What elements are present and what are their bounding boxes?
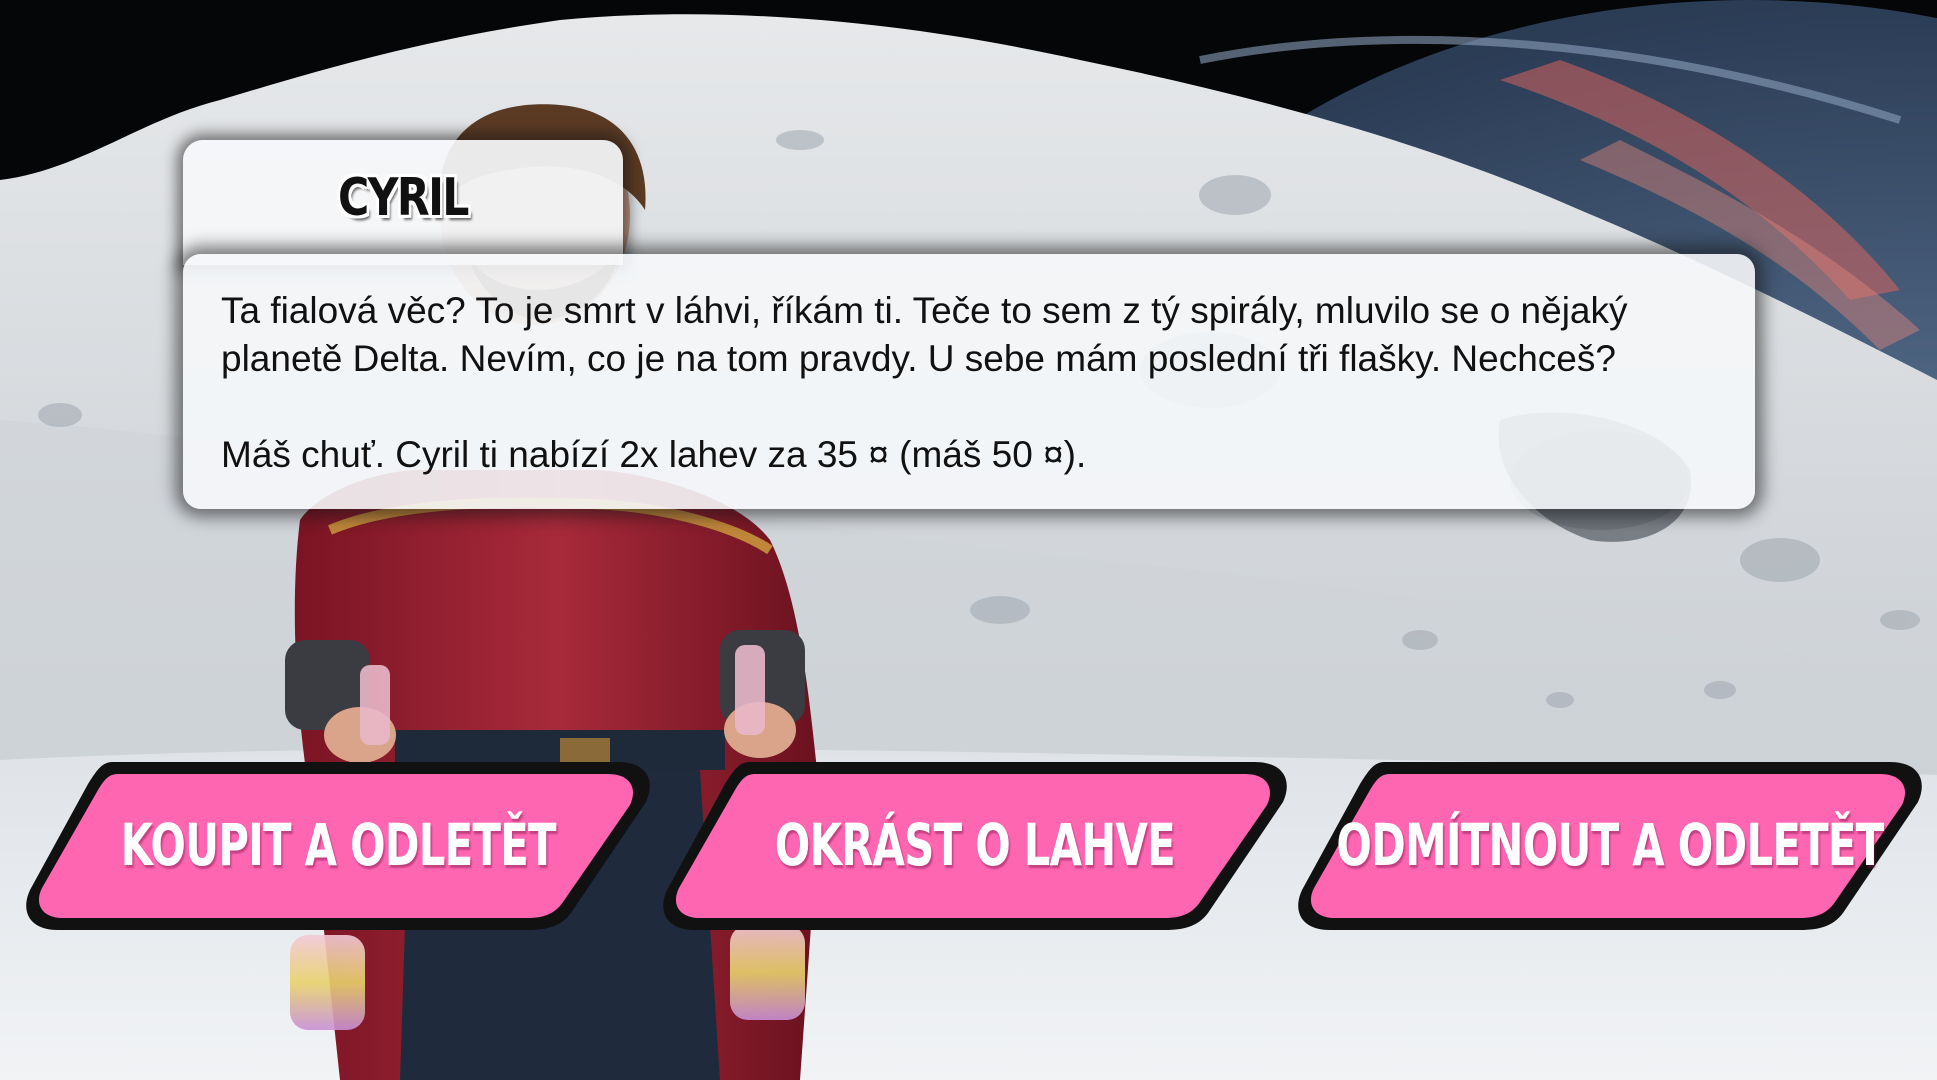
choice-refuse-and-leave-button[interactable]: ODMÍTNOUT A ODLETĚT: [1290, 750, 1930, 940]
speaker-name-tag: CYRIL: [183, 140, 623, 265]
choice-refuse-label: ODMÍTNOUT A ODLETĚT: [1336, 811, 1884, 879]
choice-steal-bottles-button[interactable]: OKRÁST O LAHVE: [655, 750, 1295, 940]
game-scene: CYRIL Ta fialová věc? To je smrt v láhvi…: [0, 0, 1937, 1080]
dialogue-line-2: planetě Delta. Nevím, co je na tom pravd…: [221, 338, 1616, 379]
choice-steal-label: OKRÁST O LAHVE: [774, 811, 1176, 879]
choice-buy-and-leave-button[interactable]: KOUPIT A ODLETĚT: [18, 750, 658, 940]
choice-buy-label: KOUPIT A ODLETĚT: [120, 811, 556, 879]
dialogue-box: Ta fialová věc? To je smrt v láhvi, říká…: [183, 254, 1755, 509]
speaker-name: CYRIL: [338, 168, 469, 228]
dialogue-line-1: Ta fialová věc? To je smrt v láhvi, říká…: [221, 290, 1628, 331]
dialogue-offer-text: Máš chuť. Cyril ti nabízí 2x lahev za 35…: [221, 434, 1087, 475]
